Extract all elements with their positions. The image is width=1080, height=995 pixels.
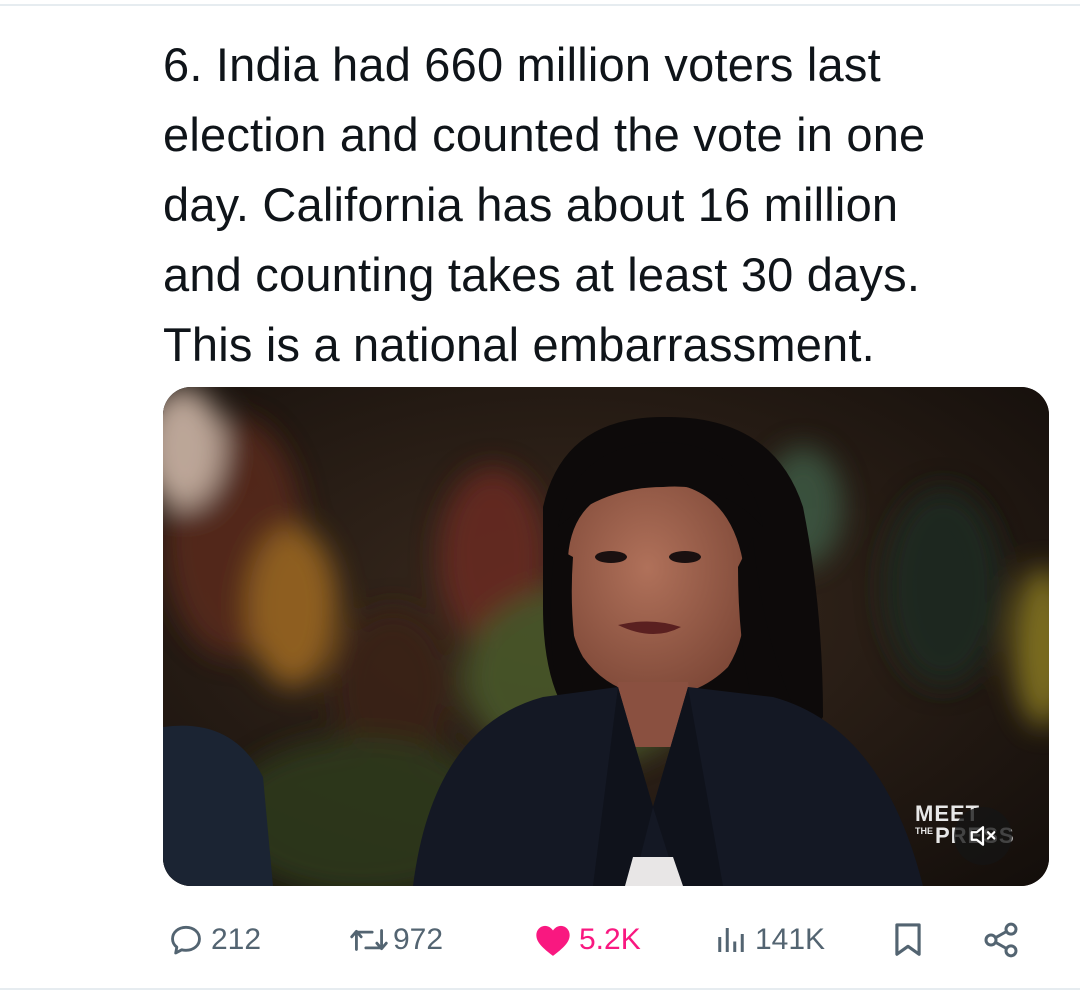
bookmark-icon xyxy=(891,921,925,959)
bottom-divider xyxy=(0,988,1080,990)
share-icon xyxy=(981,920,1021,960)
mute-button[interactable] xyxy=(954,807,1012,865)
top-divider xyxy=(0,4,1080,6)
views-button[interactable]: 141K xyxy=(713,912,825,968)
tweet-text: 6. India had 660 million voters last ele… xyxy=(163,38,926,371)
views-count: 141K xyxy=(755,923,826,956)
video-player[interactable]: MEET THEPRESS xyxy=(163,387,1049,886)
heart-icon xyxy=(533,921,573,959)
tweet-actions-bar: 212 972 5.2K 141K xyxy=(163,912,1043,968)
retweet-button[interactable]: 972 xyxy=(347,912,443,968)
reply-button[interactable]: 212 xyxy=(167,912,261,968)
share-button[interactable] xyxy=(981,912,1021,968)
like-button[interactable]: 5.2K xyxy=(533,912,641,968)
speaker-muted-icon xyxy=(968,821,998,851)
bookmark-button[interactable] xyxy=(891,912,925,968)
watermark-the: THE xyxy=(915,826,933,836)
reply-bubble-icon xyxy=(167,921,205,959)
retweet-count: 972 xyxy=(393,923,444,956)
views-bars-icon xyxy=(713,922,749,958)
like-count: 5.2K xyxy=(579,923,641,956)
reply-count: 212 xyxy=(211,923,262,956)
retweet-icon xyxy=(347,921,391,959)
